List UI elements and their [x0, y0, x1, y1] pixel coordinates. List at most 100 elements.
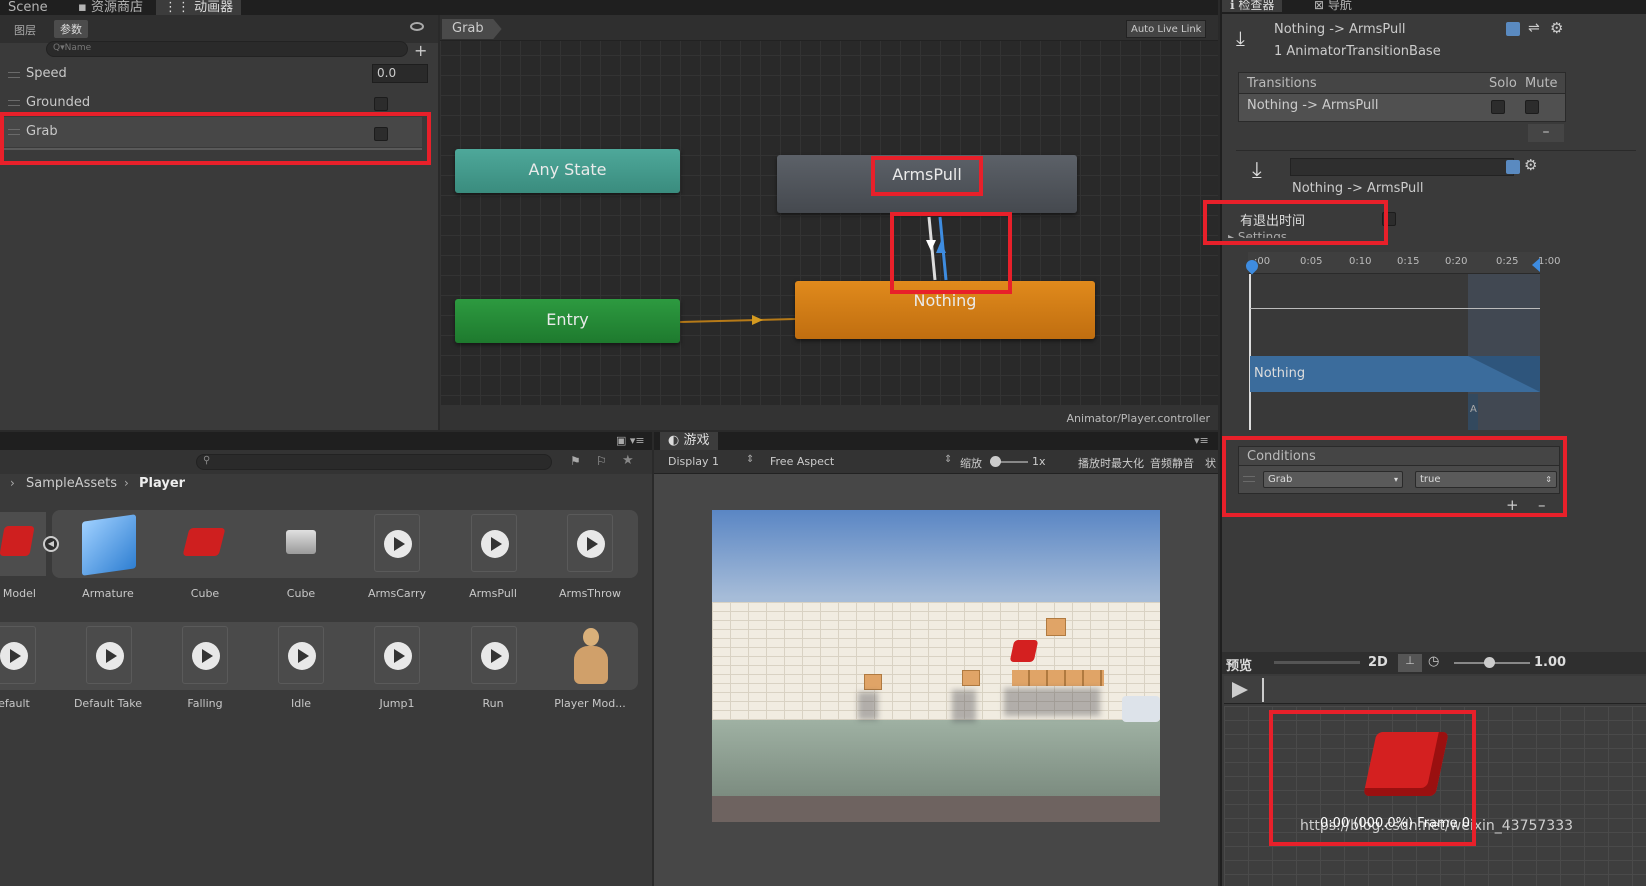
crate-top [1046, 618, 1066, 636]
preview-play-button[interactable] [1232, 682, 1248, 698]
condition-row[interactable]: Grab ▾ true ⇕ [1238, 466, 1560, 494]
stats-toggle[interactable]: 状 [1205, 455, 1216, 471]
remove-condition-button[interactable]: – [1538, 496, 1546, 514]
expand-prefab-icon[interactable]: ◀ [43, 536, 59, 552]
filter-type-icon[interactable]: ⚑ [570, 454, 581, 468]
arms-pull-thumb[interactable] [471, 514, 517, 572]
timeline-clip-nothing[interactable]: Nothing [1250, 356, 1540, 392]
drag-handle-icon[interactable] [8, 129, 20, 135]
param-row-speed[interactable]: Speed 0.0 [0, 60, 438, 88]
breadcrumb-player[interactable]: Player [139, 476, 185, 491]
timeline-clip-arms-pull[interactable]: A [1468, 394, 1478, 430]
condition-drag-handle-icon[interactable] [1243, 476, 1255, 482]
maximize-on-play-toggle[interactable]: 播放时最大化 [1078, 455, 1144, 471]
speed-slider[interactable] [1454, 657, 1530, 668]
drag-handle-icon[interactable] [8, 72, 20, 78]
display-select[interactable]: Display 1 [668, 455, 719, 468]
preview-scrub-line[interactable] [1262, 678, 1264, 702]
scale-value: 1x [1032, 455, 1046, 468]
settings-foldout[interactable]: ▸ Settings [1228, 230, 1287, 238]
eye-icon[interactable] [410, 22, 424, 31]
jump1-thumb[interactable] [374, 626, 420, 684]
filter-label-icon[interactable]: ⚐ [596, 454, 607, 468]
asset-player-model-thumb[interactable] [0, 512, 46, 576]
red-model-icon [0, 526, 35, 556]
tick-6: 1:00 [1538, 256, 1561, 267]
solo-checkbox[interactable] [1491, 100, 1505, 114]
arms-throw-thumb[interactable] [567, 514, 613, 572]
tab-navigation[interactable]: ⊠ 导航 [1306, 0, 1360, 12]
param-row-grab[interactable]: Grab [0, 117, 422, 147]
scale-slider[interactable] [990, 456, 1028, 467]
transition-timeline[interactable]: :00 0:05 0:10 0:15 0:20 0:25 1:00 Nothin… [1243, 252, 1560, 430]
game-viewport[interactable] [712, 510, 1160, 822]
scale-slider-thumb[interactable] [990, 456, 1001, 467]
preview-viewport[interactable]: 0:00 (000.0%) Frame 0 https://blog.csdn.… [1224, 706, 1646, 886]
transition-row-label: Nothing -> ArmsPull [1247, 98, 1379, 113]
detail-gear-icon[interactable]: ⚙ [1524, 156, 1537, 174]
tab-layers[interactable]: 图层 [14, 22, 36, 38]
param-row-grounded[interactable]: Grounded [0, 88, 438, 116]
project-toolbar: ⚲ ⚑ ⚐ ★ [0, 450, 652, 474]
tab-inspector[interactable]: ℹ 检查器 [1222, 0, 1283, 12]
favorite-star-icon[interactable]: ★ [622, 453, 634, 468]
idle-thumb[interactable] [278, 626, 324, 684]
run-thumb[interactable] [471, 626, 517, 684]
search-placeholder: Q▾Name [53, 43, 92, 53]
preset-icon[interactable]: ⇌ [1528, 20, 1540, 36]
grounded-checkbox[interactable] [374, 97, 388, 111]
pivot-icon[interactable]: ⊥ [1398, 654, 1422, 672]
mute-checkbox[interactable] [1525, 100, 1539, 114]
end-marker-icon[interactable] [1532, 258, 1540, 272]
mute-audio-toggle[interactable]: 音频静音 [1150, 455, 1194, 471]
speed-slider-thumb[interactable] [1484, 657, 1495, 668]
tab-game[interactable]: ◐ 游戏 [660, 432, 718, 450]
has-exit-time-checkbox[interactable] [1382, 212, 1396, 226]
help-icon[interactable] [1506, 22, 1520, 36]
remove-transition-button[interactable]: – [1528, 124, 1564, 142]
breadcrumb-sampleassets[interactable]: SampleAssets [26, 476, 117, 491]
tab-parameters[interactable]: 参数 [54, 20, 88, 38]
animator-graph[interactable]: Grab Auto Live Link Any State Entry Arms… [440, 15, 1218, 430]
animation-clip-icon [577, 530, 605, 558]
tab-asset-store[interactable]: ▪ 资源商店 [70, 0, 151, 15]
node-arms-pull[interactable]: ArmsPull [777, 155, 1077, 213]
conditions-header: Conditions [1238, 446, 1560, 466]
condition-value-select[interactable]: true ⇕ [1415, 471, 1557, 488]
aspect-select[interactable]: Free Aspect [770, 455, 834, 468]
transition-region[interactable] [1468, 274, 1540, 430]
default-thumb[interactable] [0, 626, 36, 684]
falling-thumb[interactable] [182, 626, 228, 684]
transition-row[interactable]: Nothing -> ArmsPull [1238, 94, 1566, 122]
shadow-row [1004, 688, 1100, 716]
mannequin-head [583, 628, 599, 646]
node-entry[interactable]: Entry [455, 299, 680, 343]
arms-carry-thumb[interactable] [374, 514, 420, 572]
gear-icon[interactable]: ⚙ [1550, 19, 1563, 37]
condition-param-select[interactable]: Grab ▾ [1263, 471, 1403, 488]
speed-icon: ◷ [1428, 654, 1440, 669]
default-take-thumb[interactable] [86, 626, 132, 684]
project-search-input[interactable]: ⚲ [196, 454, 552, 470]
breadcrumb-chevron-icon: › [124, 476, 129, 490]
tab-animator[interactable]: ⋮⋮ 动画器 [156, 0, 242, 15]
drag-handle-icon[interactable] [8, 100, 20, 106]
lock-icon[interactable]: ▣ ▾≡ [616, 434, 645, 447]
panel-menu-icon[interactable]: ▾≡ [1194, 434, 1209, 447]
watermark: https://blog.csdn.net/weixin_43757333 [1300, 818, 1574, 834]
node-any-state[interactable]: Any State [455, 149, 680, 193]
add-parameter-icon[interactable]: + [414, 41, 427, 60]
transition-name-input[interactable] [1290, 158, 1514, 176]
search-input[interactable]: Q▾Name [46, 41, 408, 57]
param-name: Grounded [26, 95, 91, 110]
grab-checkbox[interactable] [374, 127, 388, 141]
transition-icon: ⤓ [1236, 26, 1245, 50]
node-nothing[interactable]: Nothing [795, 281, 1095, 339]
floor [712, 720, 1160, 796]
tab-scene[interactable]: Scene [0, 0, 56, 15]
speed-value-input[interactable]: 0.0 [372, 64, 428, 83]
detail-help-icon[interactable] [1506, 160, 1520, 174]
inspector-subtitle: 1 AnimatorTransitionBase [1274, 44, 1441, 59]
preview-2d-toggle[interactable]: 2D [1368, 655, 1388, 670]
add-condition-button[interactable]: + [1506, 496, 1519, 514]
